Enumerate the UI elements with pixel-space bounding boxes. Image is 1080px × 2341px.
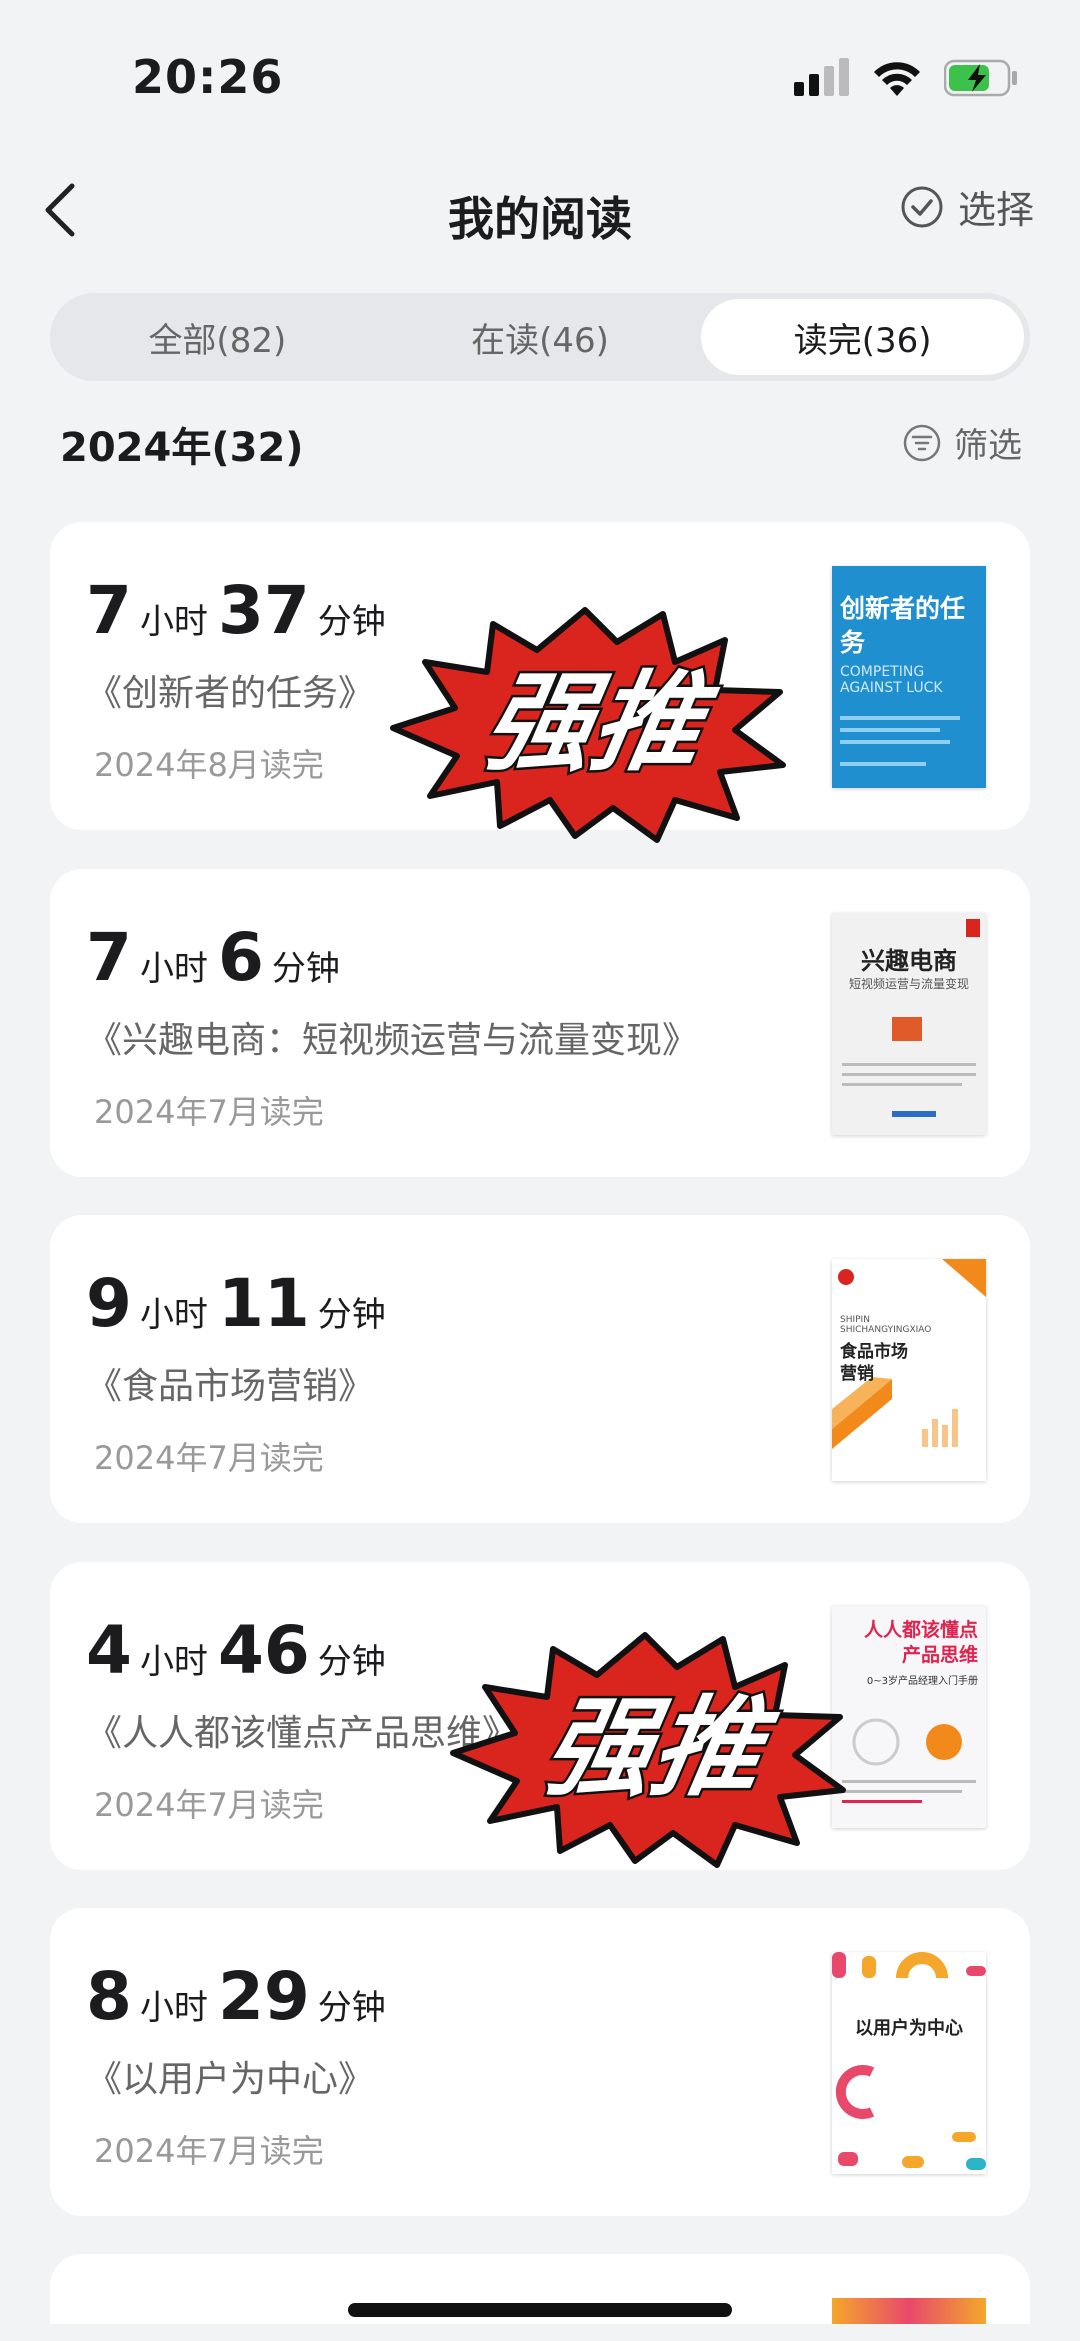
reading-duration: 7 小时 37 分钟 [86,572,396,649]
finish-date: 2024年7月读完 [94,1093,324,1131]
cover-subtitle: COMPETING AGAINST LUCK [840,664,943,696]
minutes-unit: 分钟 [317,1642,386,1682]
nav-bar: 我的阅读 选择 [0,165,1080,255]
minutes-unit: 分钟 [317,602,386,642]
book-title: 《食品市场营销》 [86,1366,375,1407]
cover-title: 食品市场营销 [840,1342,908,1384]
filter-label: 筛选 [954,426,1022,466]
battery-icon [944,59,1017,97]
cover-art [832,1952,986,2170]
reading-duration: 8 小时 29 分钟 [86,1958,396,2035]
home-indicator[interactable] [348,2303,732,2317]
cover-subtitle: SHIPIN SHICHANGYINGXIAO [840,1315,932,1335]
cover-title: 人人都该懂点产品思维 [863,1619,978,1666]
minutes-unit: 分钟 [317,1988,386,2028]
cover-subtitle: 短视频运营与流量变现 [848,977,969,991]
book-cover[interactable]: 人人都该懂点产品思维 0~3岁产品经理入门手册 [832,1606,986,1828]
minutes-unit: 分钟 [317,1295,386,1335]
hours-unit: 小时 [139,602,208,642]
hours-unit: 小时 [139,1988,208,2028]
tab-reading[interactable]: 在读(46) [379,299,702,375]
book-cover[interactable]: 创新者的任务 COMPETING AGAINST LUCK [832,566,986,788]
status-icons [794,58,1018,98]
wifi-icon [874,62,920,96]
duration-hours: 8 [86,1958,132,2035]
minutes-unit: 分钟 [271,949,340,989]
filter-icon [903,424,941,461]
cover-title: 以用户为中心 [855,2018,963,2039]
year-section-title: 2024年(32) [60,425,304,471]
duration-hours: 7 [86,919,132,996]
cover-title: 创新者的任务 [840,594,966,657]
hours-unit: 小时 [139,949,208,989]
book-card[interactable]: 8 小时 29 分钟 《以用户为中心》 2024年7月读完 以用户为中心 [50,1908,1030,2216]
cover-subtitle: 0~3岁产品经理入门手册 [866,1676,978,1687]
book-cover[interactable] [832,2298,986,2324]
tab-all[interactable]: 全部(82) [56,299,379,375]
duration-minutes: 46 [217,1612,310,1689]
duration-hours: 4 [86,1612,132,1689]
reading-duration: 7 小时 6 分钟 [86,919,350,996]
book-title: 《兴趣电商：短视频运营与流量变现》 [86,1020,699,1061]
book-title: 《创新者的任务》 [86,673,375,714]
duration-minutes: 11 [217,1265,310,1342]
book-card[interactable]: 7 小时 37 分钟 《创新者的任务》 2024年8月读完 创新者的任务 COM… [50,522,1030,830]
duration-minutes: 37 [217,572,310,649]
duration-hours: 9 [86,1265,132,1342]
book-cover[interactable]: SHIPIN SHICHANGYINGXIAO 食品市场营销 [832,1259,986,1481]
filter-button[interactable]: 筛选 [902,418,1022,467]
cover-title: 兴趣电商 [861,947,957,975]
check-circle-icon [901,186,943,227]
duration-minutes: 6 [217,919,264,996]
book-cover[interactable]: 兴趣电商 短视频运营与流量变现 [832,913,986,1135]
tab-bar: 全部(82) 在读(46) 读完(36) [50,293,1030,381]
hours-unit: 小时 [139,1642,208,1682]
hours-unit: 小时 [139,1295,208,1335]
book-card[interactable]: 4 小时 46 分钟 《人人都该懂点产品思维》 2024年7月读完 人人都该懂点… [50,1562,1030,1870]
book-title: 《以用户为中心》 [86,2059,375,2100]
finish-date: 2024年7月读完 [94,1786,324,1824]
book-cover[interactable]: 以用户为中心 [832,1952,986,2174]
status-time: 20:26 [132,50,284,104]
book-title: 《人人都该懂点产品思维》 [86,1713,519,1754]
finish-date: 2024年8月读完 [94,746,324,784]
select-label: 选择 [957,188,1034,232]
reading-duration: 9 小时 11 分钟 [86,1265,396,1342]
book-card[interactable]: 7 小时 6 分钟 《兴趣电商：短视频运营与流量变现》 2024年7月读完 兴趣… [50,869,1030,1177]
cellular-signal-icon [794,58,849,96]
select-button[interactable]: 选择 [900,179,1034,234]
reading-duration: 4 小时 46 分钟 [86,1612,396,1689]
duration-hours: 7 [86,572,132,649]
finish-date: 2024年7月读完 [94,1439,324,1477]
duration-minutes: 29 [217,1958,310,2035]
tab-finished[interactable]: 读完(36) [701,299,1025,375]
status-bar: 20:26 [0,0,1080,150]
book-card[interactable]: 9 小时 11 分钟 《食品市场营销》 2024年7月读完 SHIPIN SHI… [50,1215,1030,1523]
finish-date: 2024年7月读完 [94,2132,324,2170]
cover-art [842,1718,976,1803]
